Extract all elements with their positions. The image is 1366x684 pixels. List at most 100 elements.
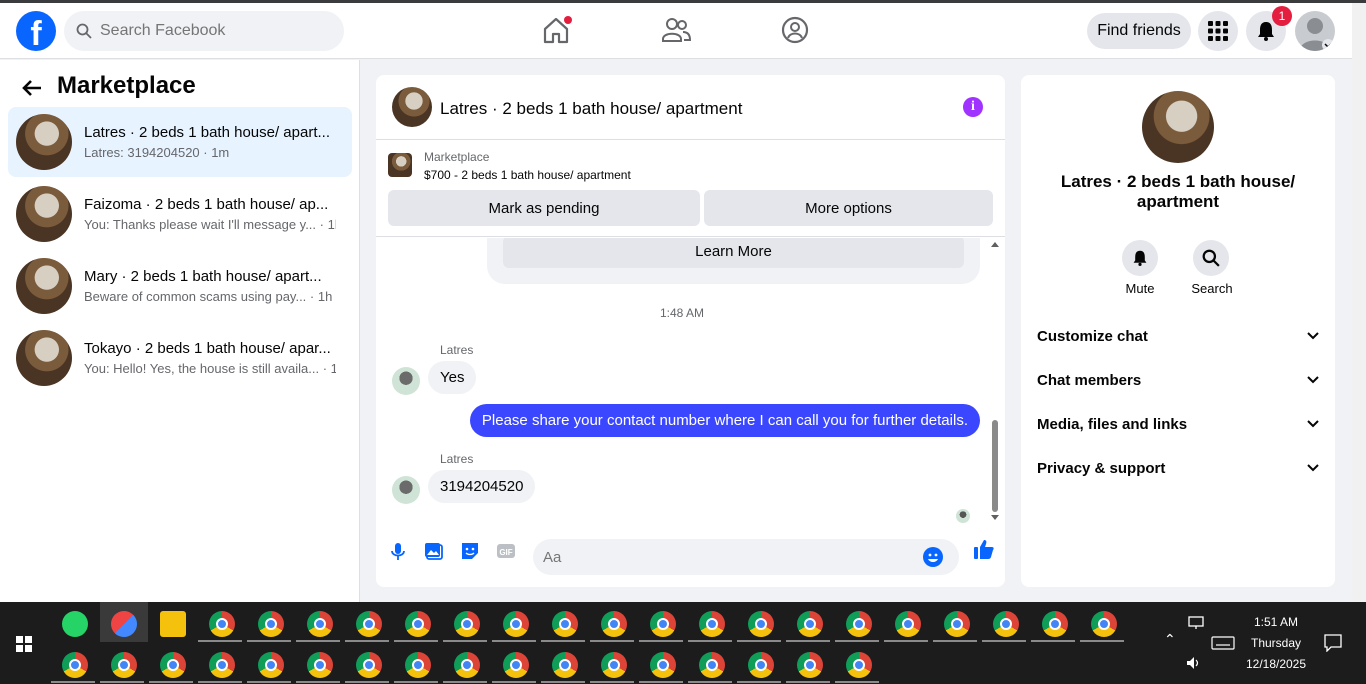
chrome-window-icon[interactable] <box>307 652 333 678</box>
profile-avatar-icon <box>1299 18 1334 51</box>
emoji-icon[interactable] <box>923 547 943 567</box>
pinned-app-icon[interactable] <box>111 611 137 637</box>
account-avatar-button[interactable] <box>1295 11 1335 51</box>
chrome-window-icon[interactable] <box>160 652 186 678</box>
chrome-window-icon[interactable] <box>111 652 137 678</box>
chrome-window-icon[interactable] <box>650 611 676 637</box>
sender-avatar[interactable] <box>392 367 420 395</box>
chrome-window-icon[interactable] <box>797 652 823 678</box>
chrome-window-icon[interactable] <box>699 611 725 637</box>
back-arrow-icon[interactable] <box>20 76 44 100</box>
more-options-button[interactable]: More options <box>704 190 993 226</box>
chrome-window-icon[interactable] <box>454 611 480 637</box>
whatsapp-icon[interactable] <box>62 611 88 637</box>
privacy-support-row[interactable]: Privacy & support <box>1029 448 1327 488</box>
info-icon[interactable]: i <box>963 97 983 117</box>
conversation-item[interactable]: Faizoma · 2 beds 1 bath house/ ap... You:… <box>8 179 352 249</box>
chrome-window-icon[interactable] <box>258 611 284 637</box>
facebook-logo[interactable]: f <box>16 11 56 51</box>
search-bar[interactable] <box>64 11 344 51</box>
chat-title[interactable]: Latres · 2 beds 1 bath house/ apartment <box>440 99 742 119</box>
chat-listing-thumbnail[interactable] <box>392 87 432 127</box>
chrome-window-icon[interactable] <box>699 652 725 678</box>
message-input[interactable] <box>543 548 923 566</box>
listing-price-title[interactable]: $700 - 2 beds 1 bath house/ apartment <box>424 168 631 182</box>
listing-thumbnail <box>16 114 72 170</box>
chrome-window-icon[interactable] <box>601 611 627 637</box>
listing-thumbnail <box>16 258 72 314</box>
search-input[interactable] <box>100 22 320 40</box>
sticker-icon[interactable] <box>460 541 480 561</box>
chrome-window-icon[interactable] <box>552 611 578 637</box>
search-conversation-button[interactable] <box>1193 240 1229 276</box>
volume-icon[interactable] <box>1186 656 1202 670</box>
chrome-window-icon[interactable] <box>748 652 774 678</box>
chrome-window-icon[interactable] <box>846 611 872 637</box>
gif-icon[interactable]: GIF <box>496 541 516 561</box>
message-scrollbar[interactable] <box>989 238 1001 526</box>
chrome-window-icon[interactable] <box>356 611 382 637</box>
mute-button[interactable] <box>1122 240 1158 276</box>
conversation-item[interactable]: Mary · 2 beds 1 bath house/ apart... Bewa… <box>8 251 352 321</box>
media-files-links-row[interactable]: Media, files and links <box>1029 404 1327 444</box>
conversation-sidebar: Marketplace Latres · 2 beds 1 bath house… <box>0 60 360 602</box>
chrome-window-icon[interactable] <box>209 652 235 678</box>
show-hidden-icons-chevron[interactable]: ⌃ <box>1164 632 1176 648</box>
file-explorer-icon[interactable] <box>160 611 186 637</box>
chrome-window-icon[interactable] <box>454 652 480 678</box>
customize-chat-row[interactable]: Customize chat <box>1029 316 1327 356</box>
chrome-window-icon[interactable] <box>650 652 676 678</box>
keyboard-icon[interactable] <box>1211 636 1235 650</box>
chrome-window-icon[interactable] <box>405 652 431 678</box>
chrome-window-icon[interactable] <box>748 611 774 637</box>
chrome-window-icon[interactable] <box>895 611 921 637</box>
taskbar-clock[interactable]: 1:51 AM Thursday 12/18/2025 <box>1236 612 1316 675</box>
chrome-window-icon[interactable] <box>258 652 284 678</box>
chrome-window-icon[interactable] <box>552 652 578 678</box>
microphone-icon[interactable] <box>388 541 408 561</box>
bell-icon <box>1133 250 1147 266</box>
find-friends-button[interactable]: Find friends <box>1087 13 1191 49</box>
outgoing-message[interactable]: Please share your contact number where I… <box>469 404 980 437</box>
conversation-snippet: You: Thanks please wait I'll message y..… <box>84 217 336 232</box>
conversation-snippet: Beware of common scams using pay... · 1h <box>84 289 333 304</box>
incoming-message[interactable]: 3194204520 <box>428 470 536 503</box>
taskbar-running-indicator <box>394 640 438 642</box>
network-icon[interactable] <box>1188 616 1204 630</box>
conversation-item[interactable]: Latres · 2 beds 1 bath house/ apart... La… <box>8 107 352 177</box>
chrome-window-icon[interactable] <box>307 611 333 637</box>
windows-start-icon[interactable] <box>16 636 32 652</box>
chrome-window-icon[interactable] <box>797 611 823 637</box>
learn-more-button[interactable]: Learn More <box>503 238 964 268</box>
groups-icon[interactable] <box>780 15 810 45</box>
chat-members-row[interactable]: Chat members <box>1029 360 1327 400</box>
mark-as-pending-button[interactable]: Mark as pending <box>388 190 700 226</box>
chrome-window-icon[interactable] <box>356 652 382 678</box>
photo-icon[interactable] <box>424 541 444 561</box>
chrome-window-icon[interactable] <box>601 652 627 678</box>
menu-button[interactable] <box>1198 11 1238 51</box>
chrome-window-icon[interactable] <box>993 611 1019 637</box>
message-input-box[interactable] <box>533 539 959 575</box>
like-thumb-icon[interactable] <box>973 538 995 560</box>
sender-avatar[interactable] <box>392 476 420 504</box>
incoming-message[interactable]: Yes <box>428 361 477 394</box>
chrome-window-icon[interactable] <box>405 611 431 637</box>
listing-mini-thumbnail[interactable] <box>388 153 412 177</box>
listing-photo[interactable] <box>1142 91 1214 163</box>
chrome-window-icon[interactable] <box>846 652 872 678</box>
chrome-window-icon[interactable] <box>503 652 529 678</box>
chrome-window-icon[interactable] <box>209 611 235 637</box>
taskbar-running-indicator <box>786 640 830 642</box>
chrome-window-icon[interactable] <box>944 611 970 637</box>
notification-center-icon[interactable] <box>1324 634 1342 652</box>
conversation-snippet: Latres: 3194204520 · 1m <box>84 145 230 160</box>
chrome-window-icon[interactable] <box>62 652 88 678</box>
chrome-window-icon[interactable] <box>1091 611 1117 637</box>
chrome-window-icon[interactable] <box>503 611 529 637</box>
conversation-item[interactable]: Tokayo · 2 beds 1 bath house/ apar... You… <box>8 323 352 393</box>
friends-icon[interactable] <box>661 15 691 45</box>
section-label: Customize chat <box>1037 327 1148 345</box>
page-scrollbar[interactable] <box>1352 3 1366 601</box>
chrome-window-icon[interactable] <box>1042 611 1068 637</box>
